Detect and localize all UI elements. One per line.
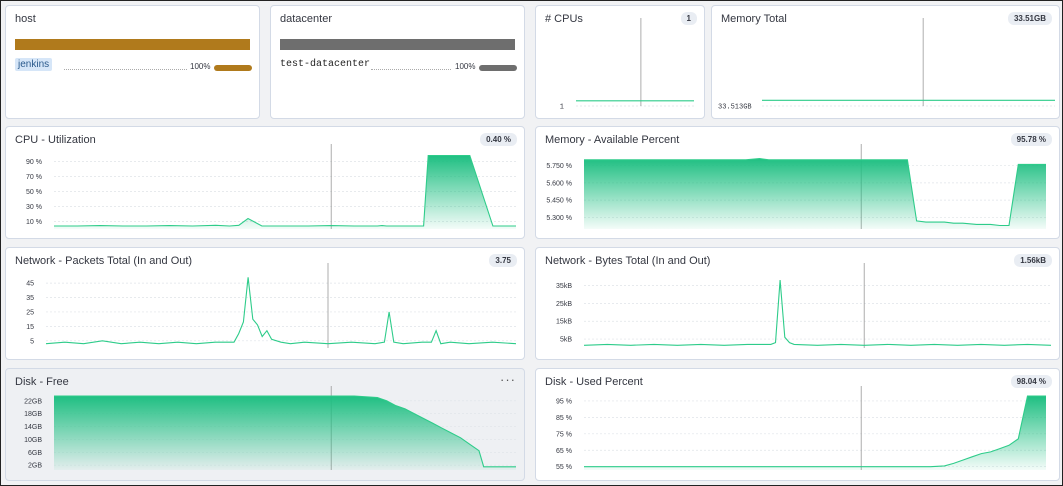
panel-title: datacenter xyxy=(280,13,332,25)
chart-svg: 45 35 25 15 5 xyxy=(26,263,517,348)
memory-available-panel[interactable]: Memory - Available Percent 95.78 % 5.750… xyxy=(535,126,1060,239)
disk-free-panel[interactable]: Disk - Free ··· 22GB 18GB 14GB 10GB 6GB 2GB xyxy=(5,368,525,481)
tick-label: 5.750 % xyxy=(546,163,572,170)
cpu-utilization-panel[interactable]: CPU - Utilization 0.40 % 90 % 70 % 50 % 30 … xyxy=(5,126,525,239)
chart-svg: 35kB 25kB 15kB 5kB xyxy=(556,263,1052,348)
chart-svg: 33.513GB xyxy=(718,18,1055,112)
tick-label: 25 xyxy=(26,309,34,316)
percent-label: 100% xyxy=(455,62,476,71)
memory-total-panel[interactable]: Memory Total 33.51GB 33.513GB xyxy=(711,5,1060,119)
leader-dots xyxy=(371,69,451,70)
tick-label: 75 % xyxy=(556,431,572,438)
disk-used-panel[interactable]: Disk - Used Percent 98.04 % 95 % 85 % 75 %… xyxy=(535,368,1060,481)
tick-label: 15 xyxy=(26,324,34,331)
tick-label: 90 % xyxy=(26,159,42,166)
tick-label: 15kB xyxy=(556,319,572,326)
tick-label: 5.300 % xyxy=(546,215,572,222)
tick-label: 10GB xyxy=(24,437,42,444)
chart-svg: 1 xyxy=(560,18,694,112)
tick-label: 55 % xyxy=(556,464,572,471)
network-packets-panel[interactable]: Network - Packets Total (In and Out) 3.7… xyxy=(5,247,525,360)
chart-svg: 90 % 70 % 50 % 30 % 10 % xyxy=(26,144,516,229)
panel-title: host xyxy=(15,13,36,25)
series-area xyxy=(584,396,1046,470)
dashboard: host jenkins 100% datacenter test-datace… xyxy=(0,0,1063,486)
tick-label: 5kB xyxy=(560,337,572,344)
series-area xyxy=(584,158,1046,229)
tick-label: 35 xyxy=(26,295,34,302)
network-bytes-panel[interactable]: Network - Bytes Total (In and Out) 1.56k… xyxy=(535,247,1060,360)
tick-label: 65 % xyxy=(556,448,572,455)
datacenter-label[interactable]: test-datacenter xyxy=(280,58,370,71)
tick-label: 30 % xyxy=(26,204,42,211)
series-area xyxy=(54,155,516,229)
tick-label: 10 % xyxy=(26,219,42,226)
tick-label: 95 % xyxy=(556,398,572,405)
tick-label: 2GB xyxy=(28,463,42,470)
tick-label: 6GB xyxy=(28,450,42,457)
leader-dots xyxy=(64,69,187,70)
tick-label: 70 % xyxy=(26,174,42,181)
tick-label: 5.450 % xyxy=(546,198,572,205)
tick-label: 5 xyxy=(30,338,34,345)
chart-svg: 5.750 % 5.600 % 5.450 % 5.300 % xyxy=(546,144,1046,229)
tick-label: 25kB xyxy=(556,301,572,308)
tick-label: 1 xyxy=(560,104,564,112)
series-area xyxy=(54,396,516,470)
series-line xyxy=(583,280,1052,346)
host-bar[interactable] xyxy=(15,39,250,50)
tick-label: 35kB xyxy=(556,283,572,290)
percent-pill xyxy=(479,65,517,71)
tick-label: 85 % xyxy=(556,415,572,422)
chart-svg: 22GB 18GB 14GB 10GB 6GB 2GB xyxy=(24,386,516,470)
tick-label: 5.600 % xyxy=(546,180,572,187)
percent-pill xyxy=(214,65,252,71)
tick-label: 18GB xyxy=(24,411,42,418)
host-chip[interactable]: jenkins xyxy=(15,58,53,71)
tick-label: 45 xyxy=(26,281,34,288)
tick-label: 14GB xyxy=(24,424,42,431)
tick-label: 33.513GB xyxy=(718,104,752,112)
tick-label: 50 % xyxy=(26,189,42,196)
chart-svg: 95 % 85 % 75 % 65 % 55 % xyxy=(556,386,1046,471)
datacenter-panel[interactable]: datacenter test-datacenter 100% xyxy=(270,5,525,119)
series-line xyxy=(45,277,517,345)
percent-label: 100% xyxy=(190,62,211,71)
tick-label: 22GB xyxy=(24,398,42,405)
datacenter-bar[interactable] xyxy=(280,39,515,50)
host-panel[interactable]: host jenkins 100% xyxy=(5,5,260,119)
cpus-panel[interactable]: # CPUs 1 1 xyxy=(535,5,705,119)
